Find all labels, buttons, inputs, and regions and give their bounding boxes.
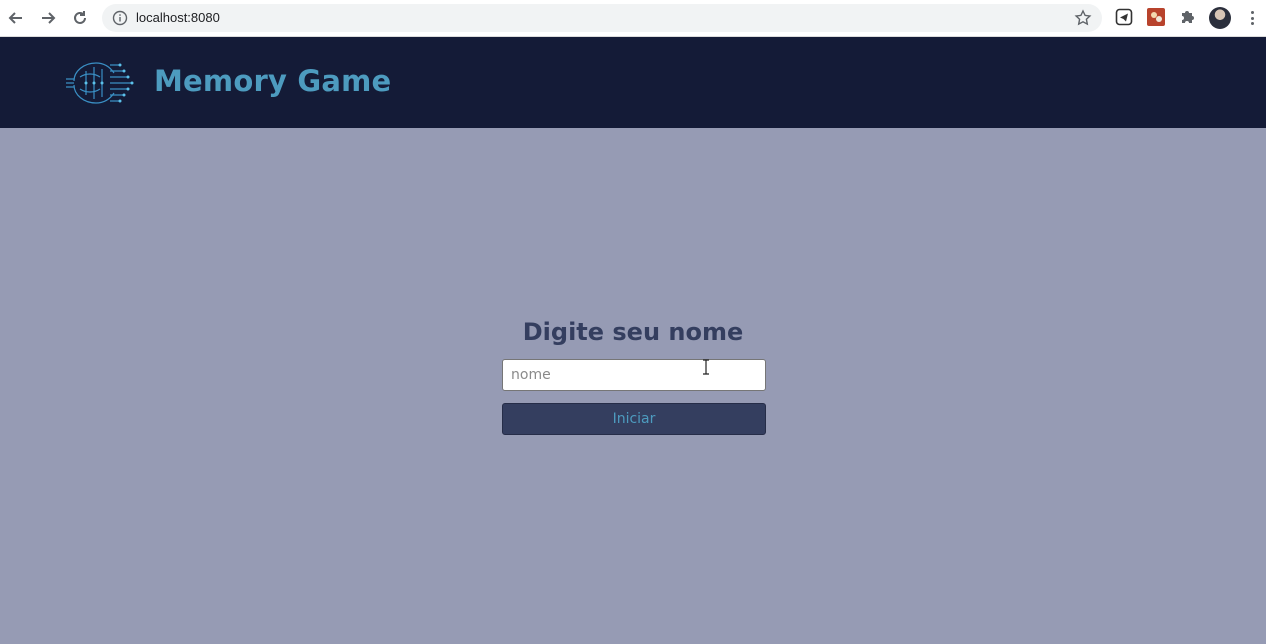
forward-arrow-icon[interactable] (36, 6, 60, 30)
back-arrow-icon[interactable] (4, 6, 28, 30)
red-extension-icon[interactable] (1147, 8, 1165, 26)
address-bar[interactable]: localhost:8080 (102, 4, 1102, 32)
main-content: Digite seu nome Iniciar (0, 128, 1266, 644)
form-title: Digite seu nome (522, 318, 744, 346)
circuit-brain-logo-icon (66, 62, 134, 104)
text-cursor-icon (703, 359, 709, 375)
url-text[interactable]: localhost:8080 (136, 10, 220, 25)
app-header: Memory Game (0, 37, 1266, 128)
star-icon[interactable] (1074, 9, 1092, 27)
browser-toolbar: localhost:8080 (0, 0, 1266, 37)
reload-icon[interactable] (68, 6, 92, 30)
telegram-extension-icon[interactable] (1115, 8, 1133, 26)
avatar[interactable] (1209, 7, 1231, 29)
name-input[interactable] (502, 359, 766, 391)
app-title: Memory Game (154, 64, 392, 98)
puzzle-icon[interactable] (1179, 8, 1197, 26)
kebab-menu-icon[interactable] (1244, 8, 1260, 28)
start-button[interactable]: Iniciar (502, 403, 766, 435)
info-icon[interactable] (112, 10, 128, 26)
